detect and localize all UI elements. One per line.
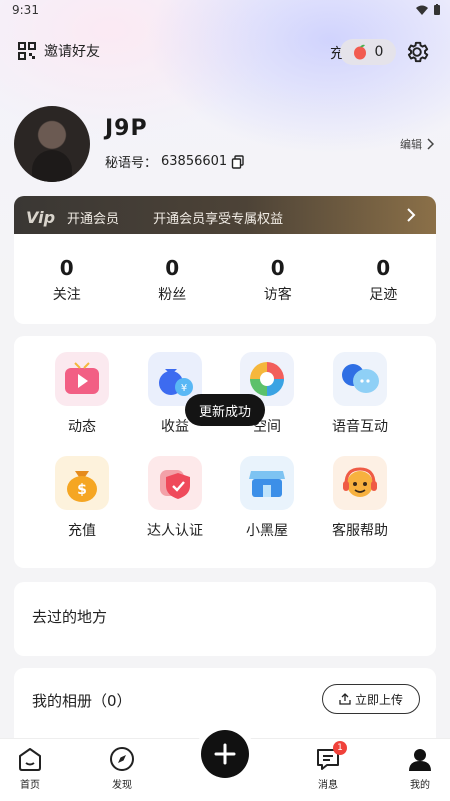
user-id-label: 秘语号： xyxy=(105,156,158,171)
system-icons xyxy=(416,4,440,15)
feature-label: 充值 xyxy=(68,523,96,539)
feature-recharge[interactable]: $ 充值 xyxy=(42,456,122,540)
tab-label: 首页 xyxy=(20,780,40,791)
toast-message: 更新成功 xyxy=(185,394,265,426)
user-id: 秘语号： 63856601 xyxy=(105,152,245,171)
compass-icon xyxy=(110,747,134,771)
headset-icon xyxy=(333,456,387,510)
copy-icon[interactable] xyxy=(231,154,245,169)
upload-label: 立即上传 xyxy=(354,692,403,707)
stat-visitors[interactable]: 0 访客 xyxy=(225,234,331,324)
feature-label: 动态 xyxy=(68,419,96,435)
stat-value: 0 xyxy=(59,256,74,280)
upload-icon xyxy=(339,693,351,705)
feature-grid: 动态 ¥ 收益 空间 语音互动 $ 充值 达人认证 小黑屋 客服帮助 xyxy=(14,336,436,568)
feature-customer-service[interactable]: 客服帮助 xyxy=(320,456,400,540)
battery-icon xyxy=(434,4,440,15)
invite-friends-label: 邀请好友 xyxy=(44,44,100,60)
message-badge: 1 xyxy=(333,741,347,755)
edit-label: 编辑 xyxy=(400,138,422,151)
stat-label: 关注 xyxy=(52,287,81,303)
album-title: 我的相册（0） xyxy=(32,692,132,710)
user-icon xyxy=(409,749,431,771)
tab-discover[interactable]: 发现 xyxy=(92,739,152,791)
gear-icon[interactable] xyxy=(404,39,430,65)
username: J9P xyxy=(105,116,148,141)
coin-bag-icon: $ xyxy=(55,456,109,510)
tab-mine[interactable]: 我的 xyxy=(390,739,450,791)
upload-button[interactable]: 立即上传 xyxy=(322,684,420,714)
stat-following[interactable]: 0 关注 xyxy=(14,234,120,324)
chevron-right-icon xyxy=(427,138,434,150)
feature-label: 客服帮助 xyxy=(332,523,388,539)
svg-text:$: $ xyxy=(77,482,87,498)
feature-moments[interactable]: 动态 xyxy=(42,352,122,436)
feature-voice-chat[interactable]: 语音互动 xyxy=(320,352,400,436)
coin-balance[interactable]: 0 xyxy=(340,39,396,65)
stat-label: 访客 xyxy=(263,287,292,303)
tab-home[interactable]: 首页 xyxy=(0,739,60,791)
stat-footprints[interactable]: 0 足迹 xyxy=(331,234,437,324)
stat-value: 0 xyxy=(270,256,285,280)
peach-coin-icon xyxy=(353,44,366,60)
tab-label: 我的 xyxy=(410,780,430,791)
coin-count: 0 xyxy=(374,44,384,60)
home-icon xyxy=(19,748,41,771)
top-bar: 邀请好友 充值 0 xyxy=(0,36,450,70)
stat-fans[interactable]: 0 粉丝 xyxy=(120,234,226,324)
user-id-value: 63856601 xyxy=(161,154,228,169)
vip-logo: Vip xyxy=(26,207,56,227)
status-time: 9:31 xyxy=(12,3,39,17)
stat-label: 粉丝 xyxy=(158,287,187,303)
qr-code-icon xyxy=(18,42,36,60)
stat-value: 0 xyxy=(165,256,180,280)
plus-icon xyxy=(214,743,236,765)
status-bar: 9:31 xyxy=(0,0,450,22)
feature-label: 达人认证 xyxy=(147,523,203,539)
invite-friends-button[interactable]: 邀请好友 xyxy=(18,41,100,61)
feature-label: 语音互动 xyxy=(332,419,388,435)
shop-icon xyxy=(240,456,294,510)
vip-label: 开通会员 xyxy=(67,211,120,227)
feature-label: 小黑屋 xyxy=(246,523,288,539)
video-play-icon xyxy=(55,352,109,406)
feature-blacklist[interactable]: 小黑屋 xyxy=(227,456,307,540)
tab-label: 消息 xyxy=(318,780,338,791)
feature-verification[interactable]: 达人认证 xyxy=(135,456,215,540)
tab-label: 发现 xyxy=(112,780,132,791)
visited-places-card[interactable]: 去过的地方 xyxy=(14,582,436,656)
vip-description: 开通会员享受专属权益 xyxy=(153,211,284,227)
vip-banner[interactable]: Vip 开通会员 开通会员享受专属权益 xyxy=(14,196,436,238)
visited-places-title: 去过的地方 xyxy=(32,608,108,626)
shield-badge-icon xyxy=(148,456,202,510)
chat-bubble-icon xyxy=(333,352,387,406)
avatar[interactable] xyxy=(14,106,90,182)
create-post-button[interactable] xyxy=(201,730,249,778)
tab-messages[interactable]: 1 消息 xyxy=(298,739,358,791)
stats-card: 0 关注 0 粉丝 0 访客 0 足迹 xyxy=(14,234,436,324)
stat-value: 0 xyxy=(376,256,391,280)
chevron-right-icon xyxy=(407,208,416,222)
stat-label: 足迹 xyxy=(369,287,398,303)
wifi-icon xyxy=(416,5,428,15)
edit-profile-button[interactable]: 编辑 xyxy=(400,136,434,152)
svg-text:¥: ¥ xyxy=(181,383,187,394)
